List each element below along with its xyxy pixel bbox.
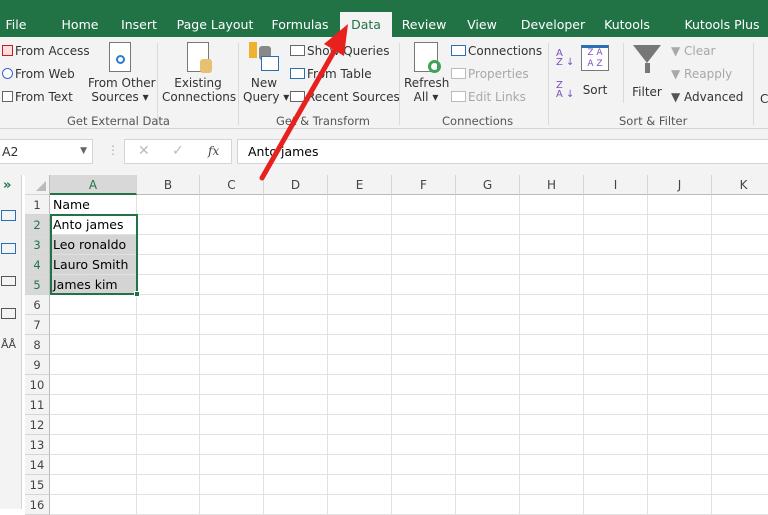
annotation-arrow — [259, 24, 348, 181]
